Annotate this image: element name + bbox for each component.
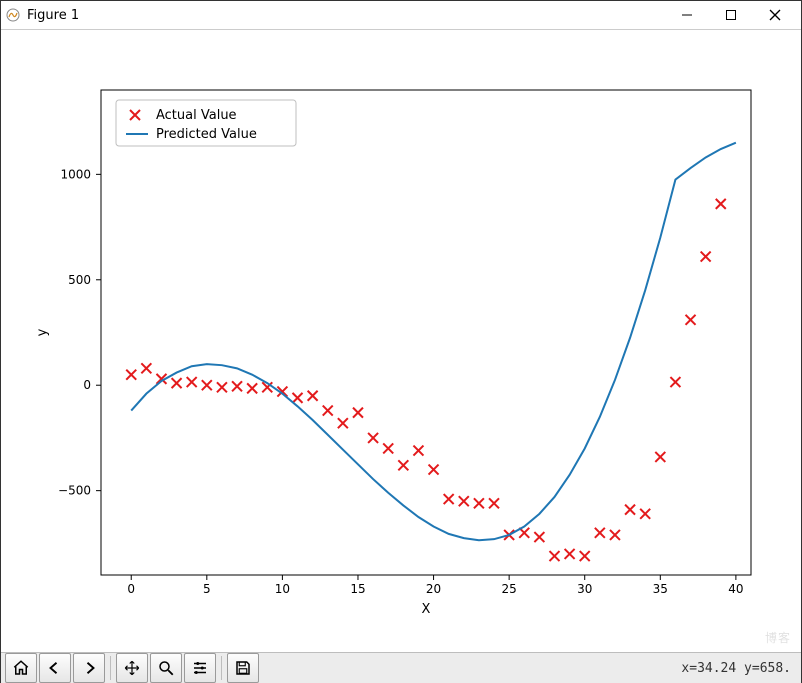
xtick-label: 30 bbox=[577, 582, 592, 596]
xtick-label: 10 bbox=[275, 582, 290, 596]
xtick-label: 15 bbox=[350, 582, 365, 596]
x-axis-label: X bbox=[422, 602, 431, 617]
xtick-label: 0 bbox=[127, 582, 135, 596]
pan-button[interactable] bbox=[116, 653, 148, 683]
ytick-label: 0 bbox=[83, 378, 91, 392]
home-button[interactable] bbox=[5, 653, 37, 683]
toolbar-separator bbox=[110, 656, 111, 680]
window-title: Figure 1 bbox=[27, 8, 79, 23]
titlebar: Figure 1 bbox=[1, 1, 801, 30]
ytick-label: 500 bbox=[68, 273, 91, 287]
app-icon bbox=[5, 7, 21, 23]
toolbar-separator bbox=[221, 656, 222, 680]
xtick-label: 40 bbox=[728, 582, 743, 596]
matplotlib-toolbar: x=34.24 y=658. bbox=[1, 652, 801, 683]
cursor-coordinates: x=34.24 y=658. bbox=[681, 661, 797, 676]
chart-svg: 0 5 10 15 20 25 30 35 40 −500 0 500 1000 Xy Actual Val… bbox=[1, 30, 801, 648]
plot-canvas[interactable]: 0 5 10 15 20 25 30 35 40 −500 0 500 1000 Xy Actual Val… bbox=[1, 30, 801, 652]
forward-button[interactable] bbox=[73, 653, 105, 683]
save-button[interactable] bbox=[227, 653, 259, 683]
ytick-label: −500 bbox=[58, 484, 91, 498]
configure-button[interactable] bbox=[184, 653, 216, 683]
xtick-label: 5 bbox=[203, 582, 211, 596]
xtick-label: 35 bbox=[653, 582, 668, 596]
ytick-label: 1000 bbox=[60, 167, 91, 181]
y-axis-label: y bbox=[35, 328, 50, 336]
figure-window: Figure 1 0 5 10 15 20 25 30 35 40 −500 0 500 1000 Xy A… bbox=[0, 0, 802, 683]
xtick-label: 25 bbox=[501, 582, 516, 596]
zoom-button[interactable] bbox=[150, 653, 182, 683]
minimize-button[interactable] bbox=[665, 1, 709, 29]
back-button[interactable] bbox=[39, 653, 71, 683]
legend-label-actual: Actual Value bbox=[156, 108, 237, 123]
maximize-button[interactable] bbox=[709, 1, 753, 29]
xtick-label: 20 bbox=[426, 582, 441, 596]
legend-label-predicted: Predicted Value bbox=[156, 127, 257, 142]
close-button[interactable] bbox=[753, 1, 797, 29]
axes-frame bbox=[101, 90, 751, 575]
